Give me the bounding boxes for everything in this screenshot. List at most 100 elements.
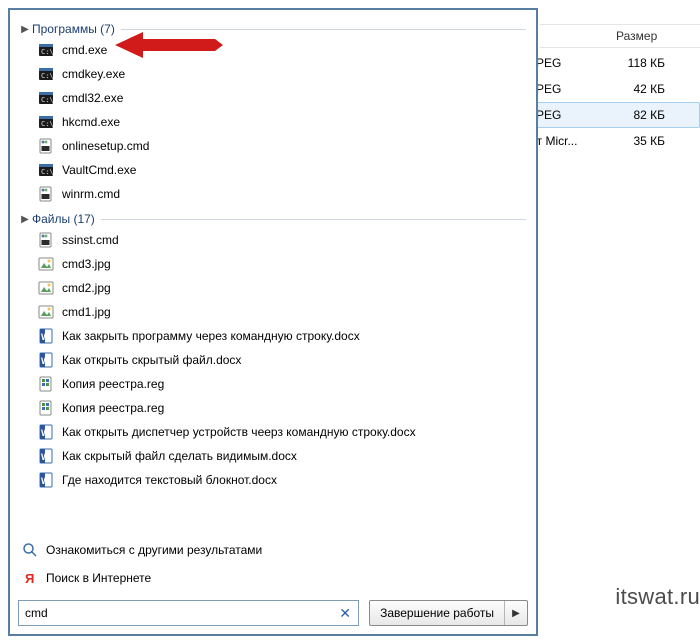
bottom-bar: ✕ Завершение работы ▶ bbox=[16, 592, 530, 628]
search-result-item[interactable]: cmd2.jpg bbox=[20, 276, 526, 300]
image-icon bbox=[38, 304, 54, 320]
explorer-file-size: 42 КБ bbox=[610, 82, 665, 96]
explorer-file-size: 118 КБ bbox=[610, 56, 665, 70]
search-result-label: cmd2.jpg bbox=[62, 281, 111, 295]
chevron-right-icon: ▶ bbox=[20, 214, 30, 225]
search-result-item[interactable]: cmd3.jpg bbox=[20, 252, 526, 276]
search-result-label: Где находится текстовый блокнот.docx bbox=[62, 473, 277, 487]
word-icon: W bbox=[38, 448, 54, 464]
start-search-panel: ▶Программы (7)C:\cmd.exeC:\cmdkey.exeC:\… bbox=[8, 8, 538, 636]
search-result-item[interactable]: winrm.cmd bbox=[20, 182, 526, 206]
group-title: Файлы (17) bbox=[32, 212, 95, 226]
group-header[interactable]: ▶Программы (7) bbox=[20, 22, 526, 36]
search-result-label: VaultCmd.exe bbox=[62, 163, 136, 177]
search-result-label: Копия реестра.reg bbox=[62, 401, 164, 415]
image-icon bbox=[38, 256, 54, 272]
search-result-label: Как открыть диспетчер устройств чеерз ко… bbox=[62, 425, 416, 439]
search-result-label: Как скрытый файл сделать видимым.docx bbox=[62, 449, 297, 463]
explorer-row[interactable]: JPEG42 КБ bbox=[525, 76, 700, 102]
search-result-label: cmd.exe bbox=[62, 43, 107, 57]
reg-icon bbox=[38, 376, 54, 392]
search-result-item[interactable]: Копия реестра.reg bbox=[20, 372, 526, 396]
internet-search-label: Поиск в Интернете bbox=[46, 571, 151, 585]
search-result-label: cmdkey.exe bbox=[62, 67, 125, 81]
search-result-label: winrm.cmd bbox=[62, 187, 120, 201]
watermark-text: itswat.ru bbox=[615, 584, 700, 610]
search-box[interactable]: ✕ bbox=[18, 600, 359, 626]
search-result-item[interactable]: C:\ cmdkey.exe bbox=[20, 62, 526, 86]
search-result-label: hkcmd.exe bbox=[62, 115, 120, 129]
search-input[interactable] bbox=[23, 603, 336, 623]
search-result-item[interactable]: C:\ cmd.exe bbox=[20, 38, 526, 62]
cmd-file-icon bbox=[38, 232, 54, 248]
explorer-rows: JPEG118 КБJPEG42 КБJPEG82 КБнт Micr...35… bbox=[525, 50, 700, 154]
word-icon: W bbox=[38, 472, 54, 488]
svg-text:Я: Я bbox=[25, 571, 34, 586]
word-icon: W bbox=[38, 352, 54, 368]
search-results-body: ▶Программы (7)C:\cmd.exeC:\cmdkey.exeC:\… bbox=[16, 14, 530, 536]
search-result-item[interactable]: W Как скрытый файл сделать видимым.docx bbox=[20, 444, 526, 468]
search-result-item[interactable]: W Где находится текстовый блокнот.docx bbox=[20, 468, 526, 492]
search-result-label: Как открыть скрытый файл.docx bbox=[62, 353, 241, 367]
search-result-label: ssinst.cmd bbox=[62, 233, 119, 247]
shutdown-menu-button[interactable]: ▶ bbox=[505, 601, 527, 625]
search-result-label: Копия реестра.reg bbox=[62, 377, 164, 391]
group-divider bbox=[101, 219, 526, 220]
yandex-icon: Я bbox=[22, 570, 38, 586]
explorer-file-type: JPEG bbox=[530, 56, 610, 70]
explorer-file-type: нт Micr... bbox=[530, 134, 610, 148]
word-icon: W bbox=[38, 328, 54, 344]
search-result-item[interactable]: W Как открыть диспетчер устройств чеерз к… bbox=[20, 420, 526, 444]
explorer-row[interactable]: нт Micr...35 КБ bbox=[525, 128, 700, 154]
search-result-item[interactable]: W Как закрыть программу через командную с… bbox=[20, 324, 526, 348]
explorer-file-size: 35 КБ bbox=[610, 134, 665, 148]
cmd-file-icon bbox=[38, 186, 54, 202]
console-icon: C:\ bbox=[38, 66, 54, 82]
reg-icon bbox=[38, 400, 54, 416]
search-result-item[interactable]: Копия реестра.reg bbox=[20, 396, 526, 420]
internet-search-row[interactable]: Я Поиск в Интернете bbox=[16, 564, 530, 592]
search-result-item[interactable]: onlinesetup.cmd bbox=[20, 134, 526, 158]
search-result-item[interactable]: ssinst.cmd bbox=[20, 228, 526, 252]
svg-text:C:\: C:\ bbox=[41, 72, 54, 80]
explorer-column-headers: Размер bbox=[540, 24, 700, 48]
explorer-row[interactable]: JPEG82 КБ bbox=[525, 102, 700, 128]
more-results-row[interactable]: Ознакомиться с другими результатами bbox=[16, 536, 530, 564]
image-icon bbox=[38, 280, 54, 296]
search-result-label: cmd3.jpg bbox=[62, 257, 111, 271]
chevron-right-icon: ▶ bbox=[20, 24, 30, 35]
search-result-label: cmd1.jpg bbox=[62, 305, 111, 319]
svg-text:W: W bbox=[41, 428, 50, 438]
word-icon: W bbox=[38, 424, 54, 440]
svg-text:C:\: C:\ bbox=[41, 96, 54, 104]
console-icon: C:\ bbox=[38, 114, 54, 130]
search-result-item[interactable]: C:\ VaultCmd.exe bbox=[20, 158, 526, 182]
shutdown-split-button: Завершение работы ▶ bbox=[369, 600, 528, 626]
console-icon: C:\ bbox=[38, 162, 54, 178]
svg-text:C:\: C:\ bbox=[41, 48, 54, 56]
more-results-label: Ознакомиться с другими результатами bbox=[46, 543, 262, 557]
clear-search-button[interactable]: ✕ bbox=[336, 604, 354, 622]
search-result-item[interactable]: C:\ hkcmd.exe bbox=[20, 110, 526, 134]
svg-text:W: W bbox=[41, 356, 50, 366]
group-title: Программы (7) bbox=[32, 22, 115, 36]
search-result-label: Как закрыть программу через командную ст… bbox=[62, 329, 360, 343]
svg-text:W: W bbox=[41, 476, 50, 486]
group-header[interactable]: ▶Файлы (17) bbox=[20, 212, 526, 226]
search-result-label: onlinesetup.cmd bbox=[62, 139, 149, 153]
explorer-file-size: 82 КБ bbox=[610, 108, 665, 122]
explorer-file-type: JPEG bbox=[530, 108, 610, 122]
search-result-item[interactable]: C:\ cmdl32.exe bbox=[20, 86, 526, 110]
search-result-label: cmdl32.exe bbox=[62, 91, 123, 105]
svg-text:W: W bbox=[41, 332, 50, 342]
explorer-file-type: JPEG bbox=[530, 82, 610, 96]
shutdown-button[interactable]: Завершение работы bbox=[370, 601, 505, 625]
explorer-row[interactable]: JPEG118 КБ bbox=[525, 50, 700, 76]
search-result-item[interactable]: W Как открыть скрытый файл.docx bbox=[20, 348, 526, 372]
column-header-size[interactable]: Размер bbox=[610, 29, 663, 43]
console-icon: C:\ bbox=[38, 42, 54, 58]
svg-text:C:\: C:\ bbox=[41, 168, 54, 176]
search-result-item[interactable]: cmd1.jpg bbox=[20, 300, 526, 324]
svg-text:C:\: C:\ bbox=[41, 120, 54, 128]
cmd-file-icon bbox=[38, 138, 54, 154]
